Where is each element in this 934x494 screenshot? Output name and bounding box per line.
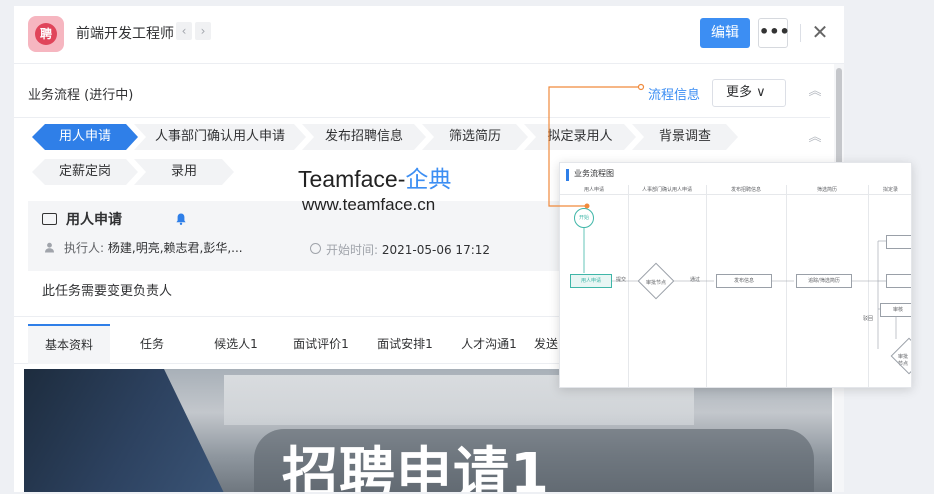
executor-label: 执行人: (64, 241, 105, 255)
fc-node-apply: 用人申请 (570, 274, 612, 288)
fc-node (886, 274, 911, 288)
collapse-steps-icon[interactable]: ︽ (807, 130, 823, 146)
start-time: 开始时间: 2021-05-06 17:12 (326, 241, 490, 258)
watermark-url: www.teamface.cn (302, 195, 436, 214)
fc-node-publish: 发布信息 (716, 274, 772, 288)
close-icon[interactable]: ✕ (810, 20, 830, 44)
collapse-section-icon[interactable]: ︽ (807, 84, 823, 100)
tab-interview-schedule[interactable]: 面试安排1 (364, 324, 446, 364)
executor-info: 执行人: 杨建,明亮,赖志君,彭华,... (64, 239, 243, 256)
task-description: 此任务需要变更负责人 (42, 284, 173, 299)
fc-edge-label: 提交 (616, 277, 627, 283)
fc-decision-label: 审批节点 (646, 280, 667, 286)
app-header: 聘 前端开发工程师 ‹ › 编辑 ••• ✕ (14, 6, 844, 64)
flowchart-popup: 业务流程图 用人申请 人事部门确认用人申请 发布招聘信息 筛选简历 拟定录 开始… (559, 162, 912, 388)
step-background-check[interactable]: 背景调查 (632, 124, 738, 150)
watermark-brand: Teamface-企典 (298, 160, 451, 194)
fc-edge-label: 通过 (690, 277, 701, 283)
bell-icon[interactable] (174, 212, 188, 226)
tab-tasks[interactable]: 任务 (122, 324, 182, 364)
page-title: 前端开发工程师 (76, 26, 174, 42)
detail-tabs: 基本资料 任务 候选人1 面试评价1 面试安排1 人才沟通1 发送 (14, 324, 574, 364)
section-title: 业务流程 (进行中) (28, 88, 134, 103)
step-screen[interactable]: 筛选简历 (422, 124, 528, 150)
chevron-right-icon[interactable]: › (195, 22, 211, 40)
start-time-value: 2021-05-06 17:12 (381, 243, 491, 257)
header-divider (800, 24, 801, 42)
step-candidate[interactable]: 拟定录用人 (524, 124, 636, 150)
banner-person-image (24, 369, 224, 492)
step-hire[interactable]: 录用 (134, 159, 234, 185)
step-salary[interactable]: 定薪定岗 (32, 159, 138, 185)
more-options-button[interactable]: ••• (758, 18, 790, 48)
tab-interview-eval[interactable]: 面试评价1 (280, 324, 362, 364)
fc-node-review: 审核 (880, 303, 911, 317)
fc-start-node: 开始 (574, 208, 594, 228)
step-hr-confirm[interactable]: 人事部门确认用人申请 (134, 124, 306, 150)
fc-node-screen: 追踪/筛选简历 (796, 274, 852, 288)
tab-basic-info[interactable]: 基本资料 (28, 324, 110, 364)
watermark-brand-accent: 企典 (405, 166, 452, 192)
banner-title: 招聘申请1 (282, 442, 550, 492)
recruit-icon: 聘 (35, 23, 57, 45)
step-apply[interactable]: 用人申请 (32, 124, 138, 150)
section-divider (14, 117, 830, 118)
step-publish[interactable]: 发布招聘信息 (302, 124, 426, 150)
fc-edge-label: 驳回 (863, 316, 874, 322)
clock-icon (310, 243, 321, 254)
fc-node (886, 235, 911, 249)
app-avatar: 聘 (28, 16, 64, 52)
chevron-left-icon[interactable]: ‹ (176, 22, 192, 40)
watermark-brand-text: Teamface- (298, 166, 406, 192)
executor-names: 杨建,明亮,赖志君,彭华,... (107, 241, 243, 255)
start-time-label: 开始时间: (326, 243, 379, 257)
edit-button[interactable]: 编辑 (700, 18, 750, 48)
flow-info-link[interactable]: 流程信息 (648, 84, 700, 103)
monitor-icon (42, 213, 57, 225)
more-dropdown[interactable]: 更多 ∨ (712, 79, 786, 107)
person-icon (45, 242, 54, 253)
fc-decision-label: 审批节点 (898, 354, 909, 367)
task-divider (14, 316, 594, 317)
tab-candidates[interactable]: 候选人1 (196, 324, 276, 364)
task-name: 用人申请 (66, 212, 122, 228)
tab-talent-comm[interactable]: 人才沟通1 (448, 324, 530, 364)
